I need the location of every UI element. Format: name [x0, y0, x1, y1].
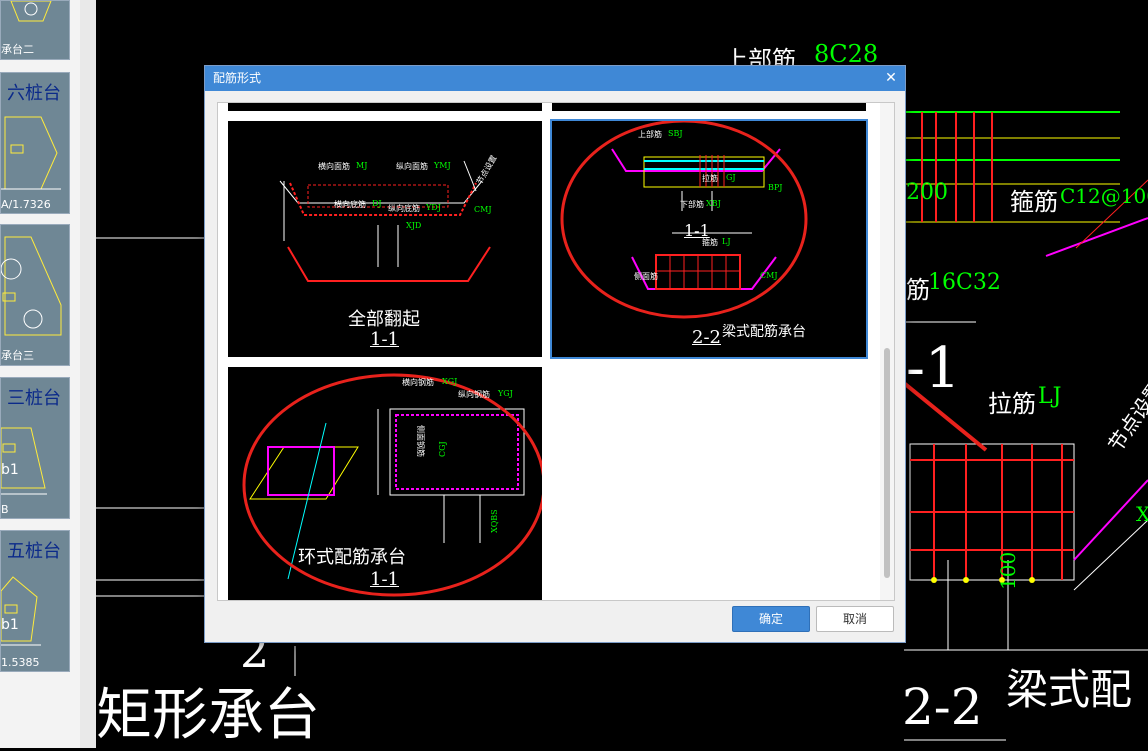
rect-cap-title: 矩形承台 [96, 683, 320, 748]
pile-cap-3-icon [1, 236, 62, 336]
section-2-2-label: 2-2 [902, 678, 983, 736]
bottom-rebar-label: 筋 [906, 276, 930, 304]
scrollbar-thumb[interactable] [884, 348, 890, 578]
bottom-rebar-value: 16C32 [928, 270, 1001, 295]
label-ygj: YGJ [498, 389, 513, 398]
preset-sidebar: 承台二 六桩台 A/1.7326 承台三 三桩台 b1 B 五桩台 b1 1.5… [0, 0, 80, 748]
dimension-200: 200 [906, 180, 948, 205]
dialog-title-bar[interactable]: 配筋形式 ✕ [205, 66, 905, 91]
label-side: 侧面筋 [634, 272, 658, 281]
label-cmj: CMJ [760, 271, 778, 280]
stirrup-value: C12@100 [1060, 184, 1148, 208]
tie-bar-label: 拉筋 [988, 390, 1036, 418]
option-section: 1-1 [370, 569, 399, 590]
option-prev-left[interactable] [228, 103, 542, 111]
label-v-steel: 纵向钢筋 [458, 390, 490, 399]
preset-caption: B [1, 503, 9, 516]
label-lj: LJ [722, 237, 731, 246]
pile-cap-3b-icon [1, 427, 47, 495]
label-v-bottom: 纵向底筋 [388, 204, 420, 213]
option-caption: 环式配筋承台 [298, 547, 406, 568]
option-prev-right[interactable] [552, 103, 866, 111]
close-icon[interactable]: ✕ [883, 66, 899, 91]
preset-caption: 承台三 [1, 349, 34, 362]
preset-caption: A/1.7326 [1, 198, 51, 211]
scrollbar[interactable] [880, 103, 894, 600]
stirrup-label: 箍筋 [1010, 188, 1058, 216]
label-tie: 拉筋 [702, 174, 718, 183]
label-dj: DJ [372, 199, 382, 208]
x-label: X [1136, 502, 1148, 526]
label-gj: GJ [726, 173, 736, 182]
label-ydj: YDJ [426, 203, 441, 212]
option-list: 横向面筋 MJ 纵向面筋 YMJ 节点设置 横向底筋 DJ 纵向底筋 YDJ C… [217, 102, 895, 601]
label-lower: 下部筋 [680, 200, 704, 209]
option-section: 1-1 [370, 329, 399, 350]
label-h-top: 横向面筋 [318, 162, 350, 171]
preset-small-label: b1 [1, 617, 19, 633]
preset-item-pile-cap-3b[interactable]: 三桩台 b1 B [0, 377, 70, 519]
label-cgj: CGJ [438, 441, 447, 457]
label-h-bottom: 横向底筋 [334, 200, 366, 209]
preset-item-pile-cap-2[interactable]: 承台二 [0, 0, 70, 60]
preset-item-pile-cap-5[interactable]: 五桩台 b1 1.5385 [0, 530, 70, 672]
pile-cap-5-icon [1, 576, 41, 646]
dialog-title: 配筋形式 [213, 71, 262, 85]
tie-bar-value: LJ [1038, 384, 1062, 409]
section-1-1: 1-1 [684, 221, 710, 240]
label-side-steel: 侧面钢筋 [416, 425, 425, 457]
label-xjd: XJD [406, 221, 422, 230]
preset-caption: 1.5385 [1, 656, 40, 669]
label-xgj: XGJ [442, 377, 458, 386]
label-h-steel: 横向钢筋 [402, 378, 434, 387]
section-1-1-label: -1 [906, 336, 961, 401]
label-mj: MJ [356, 161, 368, 170]
label-upper: 上部筋 [638, 130, 662, 139]
option-all-turned-up[interactable]: 横向面筋 MJ 纵向面筋 YMJ 节点设置 横向底筋 DJ 纵向底筋 YDJ C… [228, 121, 542, 357]
rebar-form-dialog: 配筋形式 ✕ 横向面筋 MJ 纵向面筋 YMJ 节点设置 横向底筋 DJ 纵向底… [204, 65, 906, 643]
label-v-top: 纵向面筋 [396, 162, 428, 171]
pile-cap-6-icon [1, 116, 61, 190]
panel-splitter[interactable] [80, 0, 96, 748]
option-caption: 梁式配筋承台 [722, 324, 806, 340]
label-ymj: YMJ [434, 161, 451, 170]
dimension-100: 100 [996, 551, 1020, 590]
label-bpj: BPJ [768, 183, 783, 192]
label-cmj: CMJ [474, 205, 492, 214]
option-ring-type[interactable]: 横向钢筋 XGJ 纵向钢筋 YGJ 侧面钢筋 CGJ XQBS 环式配筋承台 1… [228, 367, 542, 600]
upper-rebar-value: 8C28 [814, 40, 879, 68]
preset-item-pile-cap-6[interactable]: 六桩台 A/1.7326 [0, 72, 70, 214]
label-xqbs: XQBS [490, 509, 499, 533]
label-sbj: SBJ [668, 129, 683, 138]
preset-item-pile-cap-3[interactable]: 承台三 [0, 224, 70, 366]
cancel-button[interactable]: 取消 [816, 606, 894, 632]
section-2-2: 2-2 [692, 327, 721, 348]
beam-cap-title: 梁式配 [1006, 665, 1133, 714]
option-beam-type[interactable]: 上部筋 SBJ 下部筋 XBJ 箍筋 LJ 侧面筋 CMJ 拉筋 GJ BPJ … [550, 119, 868, 359]
preset-caption: 承台二 [1, 43, 34, 56]
preset-small-label: b1 [1, 462, 19, 478]
option-caption: 全部翻起 [348, 309, 420, 330]
label-xbj: XBJ [706, 199, 721, 208]
ok-button[interactable]: 确定 [732, 606, 810, 632]
